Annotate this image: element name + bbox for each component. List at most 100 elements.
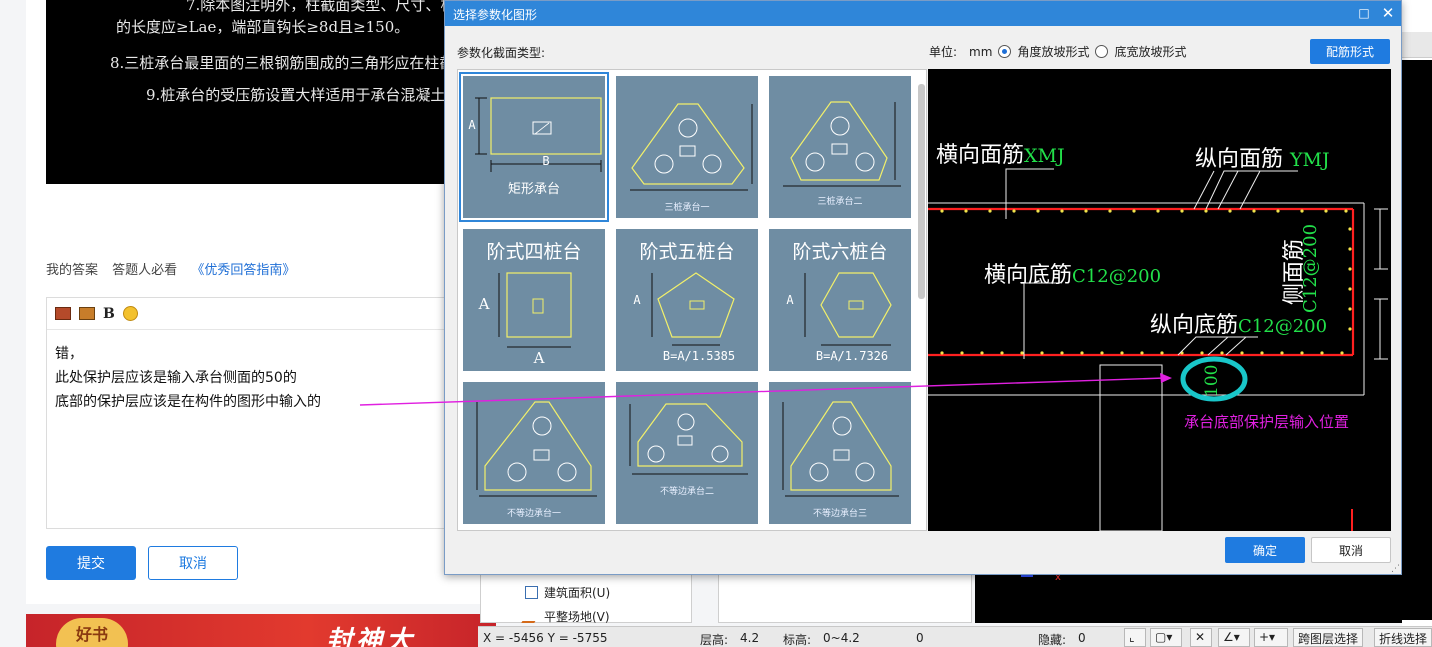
select-box-icon[interactable]: ▢▾ [1150, 628, 1182, 647]
answer-line: 此处保护层应该是输入承台侧面的50的 [55, 370, 297, 386]
shape-label: 阶式六桩台 [792, 241, 888, 263]
shape-label: 阶式四桩台 [486, 241, 582, 263]
ortho-icon[interactable]: ⌞ [1124, 628, 1146, 647]
dim-b: B [542, 154, 550, 168]
cross-layer-select-button[interactable]: 跨图层选择 [1293, 628, 1364, 647]
shape-label: 阶式五桩台 [639, 241, 735, 263]
emoji-icon[interactable] [122, 306, 138, 321]
bottom-longitudinal-label: 纵向底筋 [1150, 313, 1239, 338]
snap-off-icon[interactable]: ✕ [1190, 628, 1212, 647]
dim-formula: B=A/1.7326 [815, 349, 889, 363]
bold-button[interactable]: B [103, 306, 115, 322]
dim-a: A [533, 349, 545, 367]
grid-scrollbar[interactable] [918, 84, 925, 299]
shape-thumbnail: 不等边承台一 [463, 382, 605, 524]
shape-stepped-five-pile[interactable]: 阶式五桩台 A B=A/1.5385 [613, 226, 766, 379]
unit-options: 单位: mm 角度放坡形式 底宽放坡形式 [929, 43, 1186, 60]
drawing-text-line: 9.桩承台的受压筋设置大样适用于承台混凝土强度等级低于 [146, 86, 466, 104]
elevation-label: 标高: [783, 633, 812, 647]
floor-height-value: 4.2 [740, 631, 760, 645]
editor-content[interactable]: 错， 此处保护层应该是输入承台侧面的50的 底部的保护层应该是在构件的图形中输入… [47, 330, 465, 426]
shape-unequal-cap-2[interactable]: 不等边承台二 [613, 379, 766, 530]
top-transverse-label: 横向面筋 [936, 143, 1025, 168]
parametric-shape-dialog: 选择参数化图形 □ ✕ 参数化截面类型: 单位: mm 角度放坡形式 底宽放坡形… [444, 0, 1402, 575]
shape-label: 不等边承台二 [659, 487, 714, 497]
shape-three-pile-cap-2[interactable]: 三桩承台二 [766, 73, 919, 226]
elevation-value: 0~4.2 [823, 631, 860, 645]
shape-label: 三桩承台一 [664, 203, 710, 213]
submit-button[interactable]: 提交 [46, 546, 136, 580]
shape-thumbnail: 阶式六桩台 A B=A/1.7326 [769, 229, 911, 371]
component-tree: 建筑面积(U) 平整场地(V) [480, 573, 692, 625]
building-area-icon [525, 586, 538, 599]
drawing-text-line: 7.除本图注明外，柱截面类型、尺寸、柱插筋构成形式，详见 [186, 0, 466, 14]
tree-item-building-area[interactable]: 建筑面积(U) [525, 584, 610, 601]
hidden-value: 0 [1078, 631, 1086, 645]
shape-grid: A B 矩形承台 三桩承台一 三桩承台二 阶式四桩台 A A 阶式五桩台 A B… [457, 69, 927, 531]
shape-thumbnail: 三桩承台一 [616, 76, 758, 218]
cancel-answer-button[interactable]: 取消 [148, 546, 238, 580]
leveling-icon [521, 610, 542, 623]
answer-guide-link[interactable]: 《优秀回答指南》 [191, 263, 295, 278]
shape-rect-cap[interactable]: A B 矩形承台 [459, 72, 613, 226]
ad-banner[interactable]: 好书 封神大 [26, 614, 496, 647]
ad-logo: 好书 [56, 618, 128, 647]
dim-a: A [786, 293, 794, 307]
cover-value: 100 [1202, 364, 1222, 397]
shape-label: 三桩承台二 [817, 197, 863, 207]
dim-a: A [478, 295, 490, 313]
angle-icon[interactable]: ∠▾ [1218, 628, 1250, 647]
gallery-icon[interactable] [79, 307, 95, 320]
close-icon[interactable]: ✕ [1379, 4, 1397, 22]
shape-thumbnail: 不等边承台三 [769, 382, 911, 524]
bottom-longitudinal-code: C12@200 [1238, 316, 1328, 337]
editor-toolbar: B [47, 298, 465, 330]
unit-value: mm [969, 44, 993, 59]
resize-grip-icon[interactable]: ⋰ [1391, 564, 1401, 574]
question-drawing-image: 7.除本图注明外，柱截面类型、尺寸、柱插筋构成形式，详见 的长度应≥Lae，端部… [46, 0, 466, 184]
cad-canvas-edge [1402, 60, 1432, 620]
dialog-title: 选择参数化图形 [453, 8, 538, 22]
drawing-text-line: 的长度应≥Lae，端部直钩长≥8d且≥150。 [116, 18, 410, 36]
cad-canvas[interactable]: x [975, 572, 1402, 623]
floor-height-label: 层高: [700, 633, 729, 647]
side-rebar-code: C12@200 [1300, 223, 1321, 313]
tree-item-site-leveling[interactable]: 平整场地(V) [521, 608, 610, 625]
rebar-form-button[interactable]: 配筋形式 [1310, 39, 1390, 64]
answer-tabs: 我的答案 答题人必看 《优秀回答指南》 [46, 259, 305, 278]
tab-my-answer[interactable]: 我的答案 [46, 263, 98, 278]
image-icon[interactable] [55, 307, 71, 320]
shape-label: 矩形承台 [507, 182, 560, 197]
dialog-title-bar[interactable]: 选择参数化图形 □ ✕ [445, 1, 1401, 26]
cover-annotation: 承台底部保护层输入位置 [1184, 413, 1350, 431]
base-width-slope-label[interactable]: 底宽放坡形式 [1114, 43, 1186, 60]
bottom-transverse-label: 横向底筋 [984, 263, 1073, 288]
tree-item-label: 建筑面积(U) [544, 586, 611, 600]
answer-line: 底部的保护层应该是在构件的图形中输入的 [55, 394, 321, 410]
answer-editor[interactable]: B 错， 此处保护层应该是输入承台侧面的50的 底部的保护层应该是在构件的图形中… [46, 297, 466, 529]
shape-unequal-cap-3[interactable]: 不等边承台三 [766, 379, 919, 530]
angle-slope-label[interactable]: 角度放坡形式 [1017, 43, 1089, 60]
bottom-transverse-code: C12@200 [1072, 266, 1162, 287]
ok-button[interactable]: 确定 [1225, 537, 1305, 563]
shape-unequal-cap-1[interactable]: 不等边承台一 [460, 379, 613, 530]
base-width-slope-radio[interactable] [1095, 45, 1109, 58]
shape-stepped-six-pile[interactable]: 阶式六桩台 A B=A/1.7326 [766, 226, 919, 379]
property-panel [718, 573, 972, 623]
dimension-icon[interactable]: +▾ [1254, 628, 1288, 647]
shape-thumbnail: 三桩承台二 [769, 76, 911, 218]
shape-stepped-four-pile[interactable]: 阶式四桩台 A A [460, 226, 613, 379]
cancel-button[interactable]: 取消 [1311, 537, 1391, 563]
shape-thumbnail: A B 矩形承台 [459, 72, 609, 222]
tab-must-read[interactable]: 答题人必看 [112, 263, 177, 278]
shape-thumbnail: 阶式五桩台 A B=A/1.5385 [616, 229, 758, 371]
status-zero: 0 [916, 631, 924, 645]
angle-slope-radio[interactable] [998, 45, 1012, 58]
hidden-label: 隐藏: [1038, 633, 1067, 647]
maximize-icon[interactable]: □ [1355, 4, 1373, 22]
polyline-select-button[interactable]: 折线选择 [1374, 628, 1432, 647]
shape-three-pile-cap-1[interactable]: 三桩承台一 [613, 73, 766, 226]
dim-a: A [468, 118, 476, 132]
status-bar: X = -5456 Y = -5755 层高: 4.2 标高: 0~4.2 0 … [478, 626, 1432, 647]
shape-label: 不等边承台一 [506, 509, 561, 519]
